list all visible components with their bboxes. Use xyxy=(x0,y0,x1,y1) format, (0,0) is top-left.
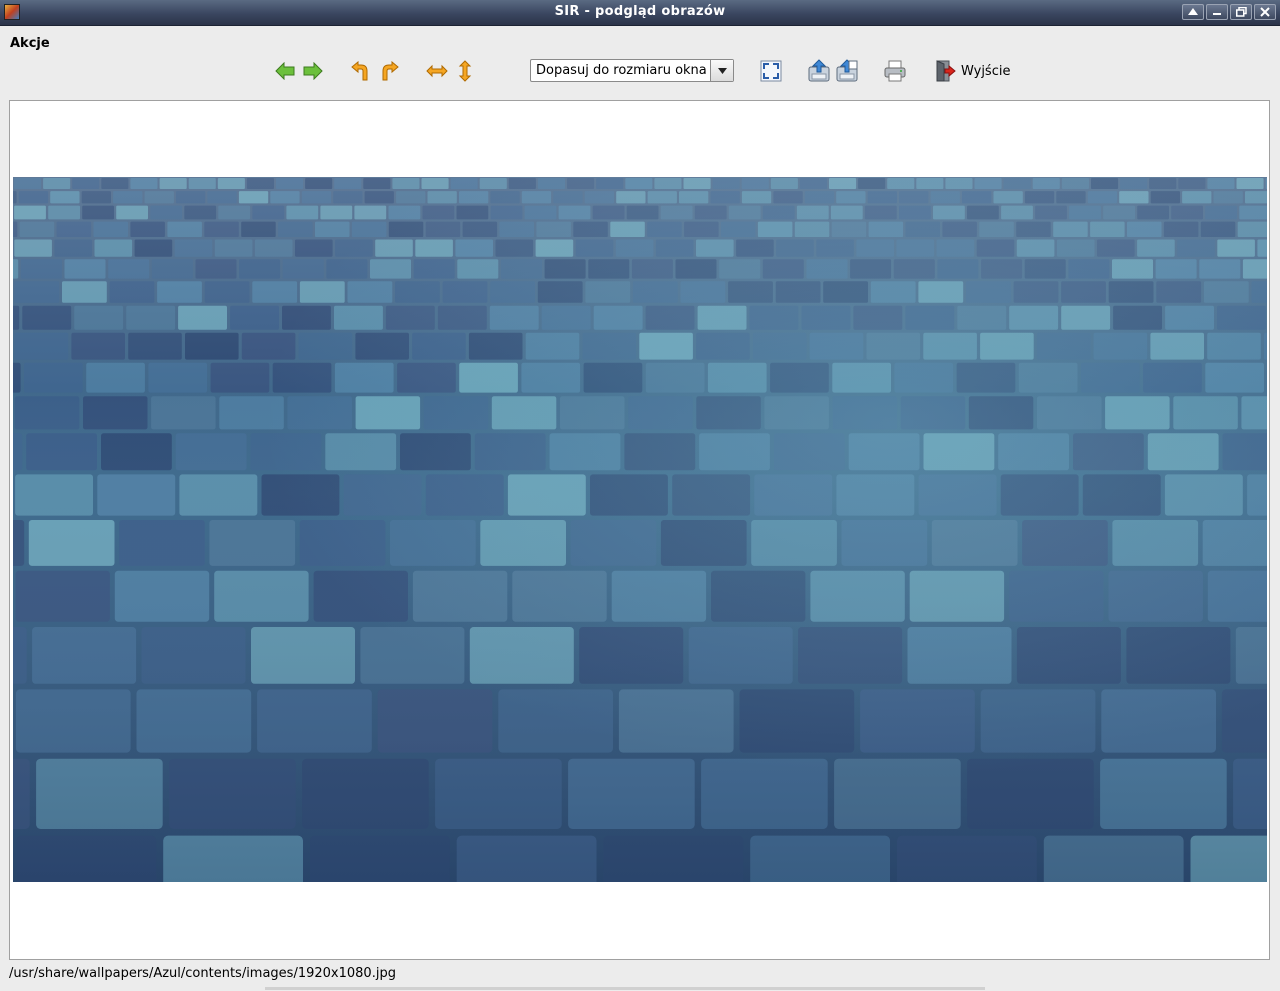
arrow-right-icon xyxy=(303,62,323,80)
exit-icon xyxy=(936,60,956,82)
fullscreen-icon xyxy=(760,60,782,82)
restore-button[interactable] xyxy=(1230,4,1252,20)
zoom-mode-value: Dopasuj do rozmiaru okna xyxy=(536,63,707,78)
minimize-icon xyxy=(1213,13,1221,15)
flip-horizontal-icon xyxy=(426,64,448,78)
chevron-down-icon[interactable] xyxy=(710,60,733,81)
window-controls xyxy=(1182,4,1276,20)
save-as-icon xyxy=(836,59,858,82)
zoom-mode-select[interactable]: Dopasuj do rozmiaru okna xyxy=(530,59,734,82)
next-image-button[interactable] xyxy=(300,58,326,84)
minimize-button[interactable] xyxy=(1206,4,1228,20)
rotate-left-icon xyxy=(351,61,368,81)
close-icon xyxy=(1260,7,1270,17)
menu-actions[interactable]: Akcje xyxy=(10,36,50,51)
flip-horizontal-button[interactable] xyxy=(424,58,450,84)
keep-above-button[interactable] xyxy=(1182,4,1204,20)
image-viewport[interactable] xyxy=(9,100,1270,960)
rotate-left-button[interactable] xyxy=(348,58,374,84)
save-icon xyxy=(808,59,830,82)
flip-vertical-icon xyxy=(458,60,472,82)
blue-tiles-photo xyxy=(13,177,1267,882)
restore-icon xyxy=(1235,7,1247,17)
exit-button[interactable]: Wyjście xyxy=(934,58,1010,84)
window-title: SIR - podgląd obrazów xyxy=(554,4,726,19)
previous-image-button[interactable] xyxy=(272,58,298,84)
save-button[interactable] xyxy=(806,58,832,84)
rotate-right-button[interactable] xyxy=(376,58,402,84)
preview-image xyxy=(13,177,1267,882)
arrow-left-icon xyxy=(275,62,295,80)
toolbar: Dopasuj do rozmiaru okna Wyjście xyxy=(0,56,1280,88)
flip-vertical-button[interactable] xyxy=(452,58,478,84)
print-button[interactable] xyxy=(882,58,908,84)
printer-icon xyxy=(884,60,906,82)
fullscreen-button[interactable] xyxy=(758,58,784,84)
rotate-right-icon xyxy=(382,61,399,81)
title-bar: SIR - podgląd obrazów xyxy=(0,0,1280,26)
exit-label: Wyjście xyxy=(961,63,1011,79)
save-as-button[interactable] xyxy=(834,58,860,84)
status-divider xyxy=(265,987,985,990)
close-button[interactable] xyxy=(1254,4,1276,20)
arrow-up-icon xyxy=(1188,8,1198,15)
status-file-path: /usr/share/wallpapers/Azul/contents/imag… xyxy=(9,966,396,981)
